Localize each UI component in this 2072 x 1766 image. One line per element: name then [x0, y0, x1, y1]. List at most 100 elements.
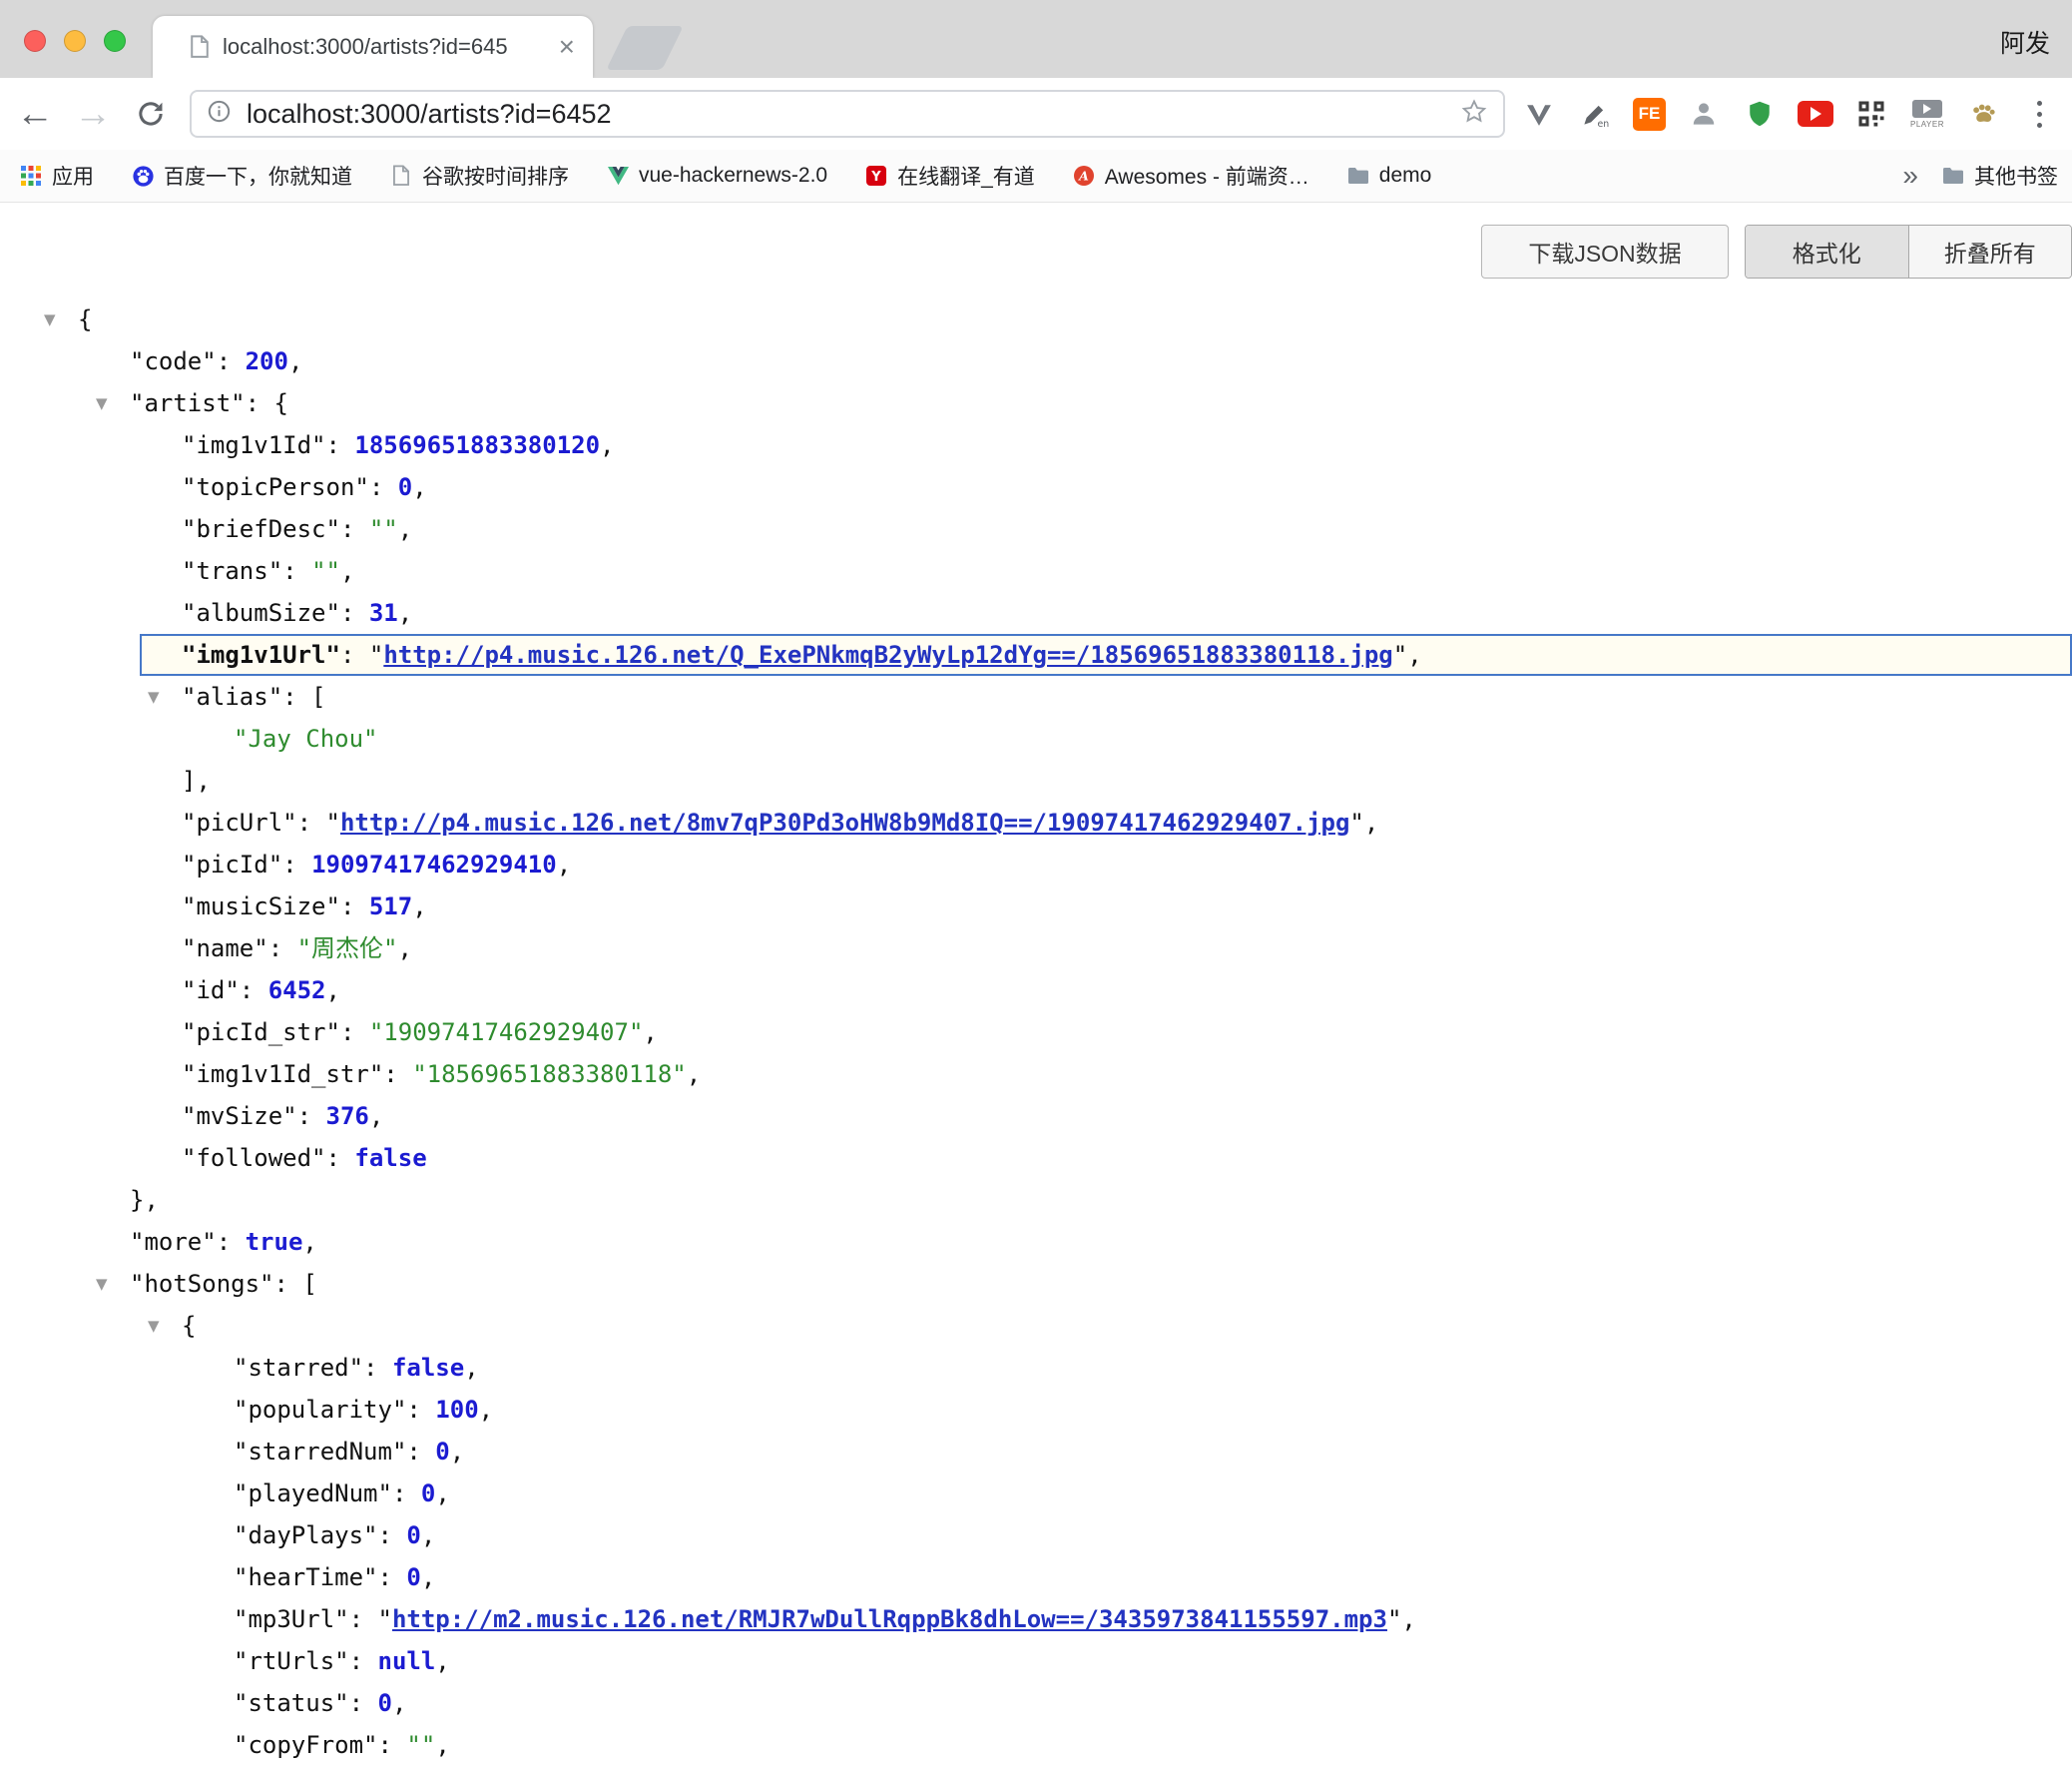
json-number: 0 [398, 473, 412, 501]
json-punct: : [406, 1396, 435, 1424]
folder-icon [1942, 165, 1964, 187]
profile-name[interactable]: 阿发 [2000, 24, 2050, 60]
player-extension-icon[interactable]: PLAYER [1909, 96, 1945, 132]
json-key: "briefDesc" [182, 515, 340, 543]
bookmarks-overflow-icon[interactable]: » [1902, 160, 1918, 192]
back-button[interactable]: ← [12, 78, 58, 150]
json-punct: : [282, 851, 311, 879]
browser-tab[interactable]: localhost:3000/artists?id=645 × [153, 16, 593, 78]
bookmark-item[interactable]: 百度一下，你就知道 [132, 161, 352, 191]
json-punct: : [392, 1479, 421, 1507]
json-url-link[interactable]: http://m2.music.126.net/RMJR7wDullRqppBk… [392, 1605, 1387, 1633]
json-punct: : [369, 473, 398, 501]
json-line: ▼{ [0, 298, 2072, 340]
json-punct: : [378, 1731, 407, 1759]
bookmark-item[interactable]: AAwesomes - 前端资… [1073, 161, 1309, 191]
json-punct: }, [130, 1186, 159, 1214]
address-bar[interactable]: localhost:3000/artists?id=6452 [190, 90, 1505, 138]
json-boolean: false [354, 1144, 426, 1172]
json-number: 0 [421, 1479, 435, 1507]
json-punct: , [326, 976, 340, 1004]
bookmarks-bar: 应用 百度一下，你就知道 谷歌按时间排序 vue-hackernews-2.0 Y在线翻… [0, 150, 2072, 203]
json-line: ▼{ [0, 1305, 2072, 1347]
bookmark-label: 百度一下，你就知道 [164, 161, 352, 191]
json-punct: : [383, 1060, 412, 1088]
translate-extension-icon[interactable]: en [1577, 96, 1613, 132]
json-punct: : [240, 976, 268, 1004]
json-punct: : [ [274, 1270, 317, 1298]
collapse-all-button[interactable]: 折叠所有 [1909, 226, 2072, 278]
json-punct: : { [246, 389, 288, 417]
json-key: "img1v1Url" [182, 641, 340, 669]
bookmark-item[interactable]: demo [1347, 164, 1432, 188]
json-key: "alias" [182, 683, 282, 711]
json-line: ▼"hotSongs": [ [0, 1263, 2072, 1305]
json-line: "status": 0, [0, 1682, 2072, 1724]
bookmark-star-icon[interactable] [1459, 97, 1489, 132]
bookmarks-items: 应用 百度一下，你就知道 谷歌按时间排序 vue-hackernews-2.0 Y在线翻… [20, 150, 1431, 202]
vimium-extension-icon[interactable] [1521, 96, 1557, 132]
paw-extension-icon[interactable] [1965, 96, 2001, 132]
minimize-window-button[interactable] [64, 30, 86, 52]
bookmark-item[interactable]: Y在线翻译_有道 [865, 161, 1035, 191]
json-string: "周杰伦" [297, 934, 398, 962]
other-bookmarks-label: 其他书签 [1974, 161, 2058, 191]
collapse-toggle-icon[interactable]: ▼ [96, 1263, 108, 1305]
bookmarks-right: » 其他书签 [1902, 150, 2058, 202]
url-text: localhost:3000/artists?id=6452 [247, 99, 1459, 130]
json-punct: , [421, 1521, 435, 1549]
json-punct: , [464, 1354, 478, 1382]
json-punct: : [378, 1521, 407, 1549]
tab-close-icon[interactable]: × [559, 33, 575, 61]
json-boolean: false [392, 1354, 464, 1382]
format-button[interactable]: 格式化 [1746, 226, 1909, 278]
json-string: "Jay Chou" [234, 725, 378, 753]
json-string: "" [369, 515, 398, 543]
json-number: 0 [435, 1438, 449, 1466]
json-line: "hearTime": 0, [0, 1556, 2072, 1598]
json-line: "copyFrom": "", [0, 1724, 2072, 1766]
shield-extension-icon[interactable] [1742, 96, 1778, 132]
json-line: "img1v1Id_str": "18569651883380118", [0, 1053, 2072, 1095]
qrcode-extension-icon[interactable] [1853, 96, 1889, 132]
json-line: "topicPerson": 0, [0, 466, 2072, 508]
json-line: ▼"artist": { [0, 382, 2072, 424]
person-extension-icon[interactable] [1686, 96, 1722, 132]
json-punct: : [406, 1438, 435, 1466]
json-line: "trans": "", [0, 550, 2072, 592]
other-bookmarks-folder[interactable]: 其他书签 [1942, 161, 2058, 191]
json-line: "starred": false, [0, 1347, 2072, 1389]
collapse-toggle-icon[interactable]: ▼ [148, 1305, 160, 1347]
json-number: 200 [246, 347, 288, 375]
json-key: "starred" [234, 1354, 363, 1382]
bookmark-item[interactable]: 应用 [20, 161, 94, 191]
json-punct: : [340, 515, 369, 543]
json-line: "img1v1Id": 18569651883380120, [0, 424, 2072, 466]
collapse-toggle-icon[interactable]: ▼ [148, 676, 160, 718]
awesomes-icon: A [1073, 165, 1095, 187]
collapse-toggle-icon[interactable]: ▼ [96, 382, 108, 424]
json-url-link[interactable]: http://p4.music.126.net/Q_ExePNkmqB2yWyL… [383, 641, 1392, 669]
bookmark-item[interactable]: 谷歌按时间排序 [390, 161, 569, 191]
fullscreen-window-button[interactable] [104, 30, 126, 52]
info-icon[interactable] [206, 98, 233, 130]
fe-extension-icon[interactable]: FE [1633, 98, 1666, 131]
json-key: "popularity" [234, 1396, 406, 1424]
json-key: "picId" [182, 851, 282, 879]
json-punct: : [268, 934, 297, 962]
reload-button[interactable] [128, 78, 174, 150]
download-json-button[interactable]: 下载JSON数据 [1481, 225, 1729, 279]
json-url-link[interactable]: http://p4.music.126.net/8mv7qP30Pd3oHW8b… [340, 809, 1349, 837]
collapse-toggle-icon[interactable]: ▼ [44, 298, 56, 340]
json-punct: { [78, 305, 92, 333]
new-tab-button[interactable] [606, 26, 683, 70]
close-window-button[interactable] [24, 30, 46, 52]
json-number: 31 [369, 599, 398, 627]
browser-menu-icon[interactable] [2021, 96, 2057, 132]
extensions-area: en FE PLAYER [1521, 78, 2057, 150]
youtube-extension-icon[interactable] [1798, 96, 1833, 132]
bookmark-item[interactable]: vue-hackernews-2.0 [607, 164, 827, 188]
forward-button[interactable]: → [70, 78, 116, 150]
json-punct: , [643, 1018, 657, 1046]
json-punct: , [421, 1563, 435, 1591]
